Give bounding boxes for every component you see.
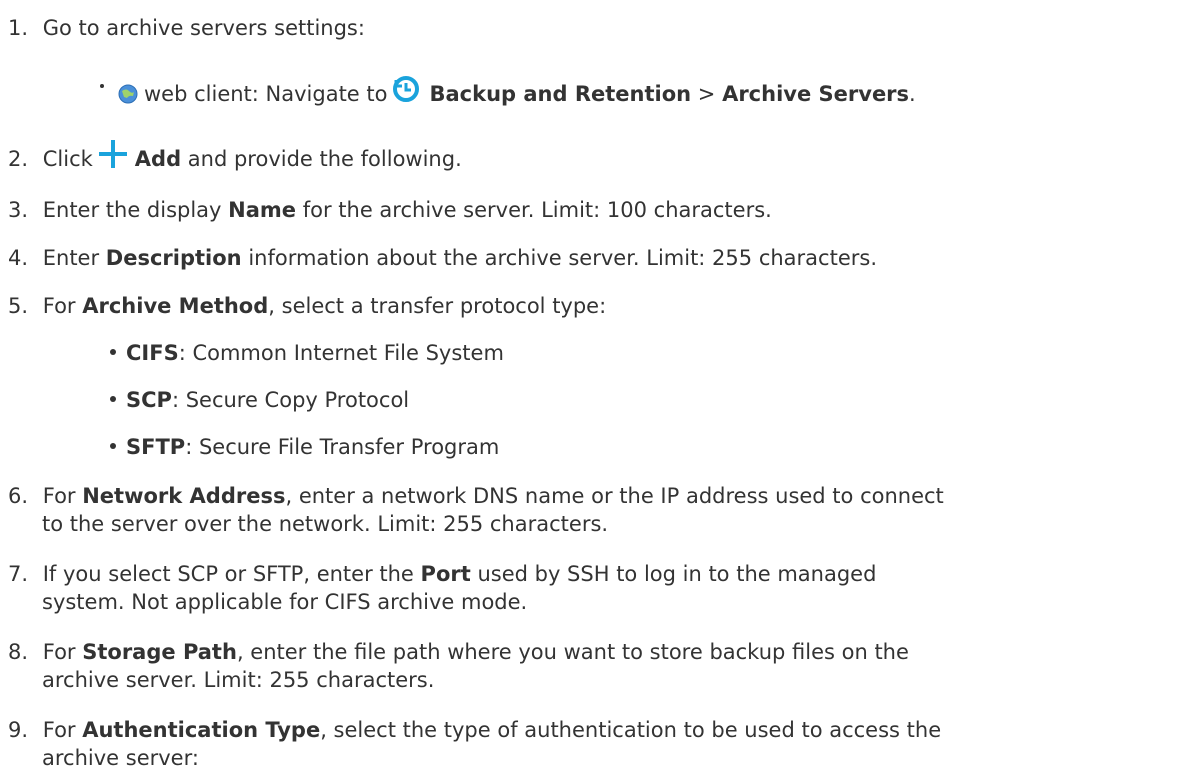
method-name: SCP [126, 388, 172, 412]
bullet [110, 443, 116, 449]
step-6: 6. For Network Address, enter a network … [8, 482, 944, 510]
step-6-continued: to the server over the network. Limit: 2… [42, 512, 609, 536]
step-1-web-client: web client: Navigate to Backup and Retent… [100, 76, 916, 110]
menu-backup-and-retention: Backup and Retention [429, 82, 692, 106]
list-item: SFTP: Secure File Transfer Program [110, 433, 499, 461]
procedure-document: 1. Go to archive servers settings: web c… [0, 0, 1187, 783]
nav-prefix: web client: Navigate to [144, 82, 388, 106]
step-suffix: used by SSH to log in to the managed [477, 562, 877, 586]
step-2: 2. Click Add and provide the following. [8, 140, 462, 176]
step-number: 6. [8, 484, 29, 508]
step-8-continued: archive server. Limit: 255 characters. [42, 668, 435, 692]
field-name: Name [228, 198, 297, 222]
method-name: CIFS [126, 341, 179, 365]
step-number: 9. [8, 718, 29, 742]
method-name: SFTP [126, 435, 186, 459]
step-prefix: If you select SCP or SFTP, enter the [42, 562, 414, 586]
add-label: Add [134, 147, 182, 171]
step-number: 4. [8, 246, 29, 270]
step-suffix: , select a transfer protocol type: [268, 294, 607, 318]
punctuation: . [909, 82, 916, 106]
step-7: 7. If you select SCP or SFTP, enter the … [8, 560, 876, 588]
plus-icon [97, 138, 129, 170]
step-prefix: For [42, 484, 76, 508]
step-text: Go to archive servers settings: [42, 16, 365, 40]
menu-archive-servers: Archive Servers [722, 82, 910, 106]
breadcrumb-separator: > [697, 82, 716, 106]
step-suffix: information about the archive server. Li… [248, 246, 877, 270]
step-number: 3. [8, 198, 29, 222]
step-9-continued: archive server: [42, 746, 199, 770]
step-5: 5. For Archive Method, select a transfer… [8, 292, 606, 320]
method-description: : Common Internet File System [178, 341, 504, 365]
step-9: 9. For Authentication Type, select the t… [8, 716, 941, 744]
method-description: : Secure Copy Protocol [171, 388, 410, 412]
step-3: 3. Enter the display Name for the archiv… [8, 196, 772, 224]
list-item: SCP: Secure Copy Protocol [110, 386, 409, 414]
field-authentication-type: Authentication Type [82, 718, 321, 742]
bullet [100, 84, 104, 88]
field-network-address: Network Address [82, 484, 286, 508]
step-prefix: Click [42, 147, 93, 171]
bullet [110, 349, 116, 355]
list-item: CIFS: Common Internet File System [110, 339, 504, 367]
step-number: 8. [8, 640, 29, 664]
step-number: 2. [8, 147, 29, 171]
field-archive-method: Archive Method [82, 294, 269, 318]
step-number: 5. [8, 294, 29, 318]
step-8: 8. For Storage Path, enter the file path… [8, 638, 909, 666]
step-prefix: Enter [42, 246, 100, 270]
step-suffix: , select the type of authentication to b… [320, 718, 942, 742]
step-number: 7. [8, 562, 29, 586]
bullet [110, 396, 116, 402]
method-description: : Secure File Transfer Program [185, 435, 500, 459]
globe-icon [118, 83, 138, 104]
step-number: 1. [8, 16, 29, 40]
step-4: 4. Enter Description information about t… [8, 244, 877, 272]
step-prefix: Enter the display [42, 198, 222, 222]
step-1: 1. Go to archive servers settings: [8, 14, 365, 42]
step-prefix: For [42, 294, 76, 318]
step-suffix: and provide the following. [187, 147, 462, 171]
field-port: Port [420, 562, 471, 586]
step-prefix: For [42, 718, 76, 742]
clock-icon [391, 74, 421, 104]
field-storage-path: Storage Path [82, 640, 237, 664]
step-suffix: for the archive server. Limit: 100 chara… [302, 198, 772, 222]
step-suffix: , enter the file path where you want to … [236, 640, 909, 664]
step-7-continued: system. Not applicable for CIFS archive … [42, 590, 528, 614]
step-suffix: , enter a network DNS name or the IP add… [285, 484, 944, 508]
step-prefix: For [42, 640, 76, 664]
field-description: Description [105, 246, 242, 270]
